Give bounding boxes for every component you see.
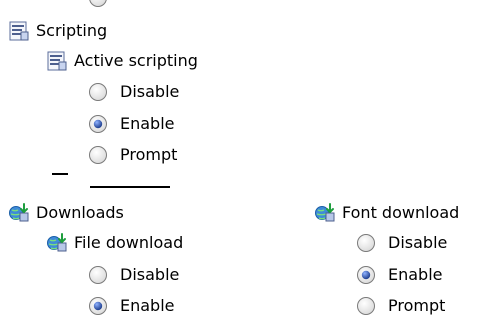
radio-button-icon[interactable]	[88, 145, 108, 165]
radio-option-file-download-disable[interactable]: Disable	[88, 262, 179, 288]
radio-button-selected-icon[interactable]	[88, 114, 108, 134]
radio-option-font-download-enable[interactable]: Enable	[356, 262, 443, 288]
radio-label: Disable	[120, 82, 180, 101]
radio-label: Prompt	[120, 145, 178, 164]
download-globe-icon	[315, 203, 335, 222]
scripting-label: Scripting	[36, 21, 108, 40]
partial-divider	[90, 186, 170, 188]
radio-button	[89, 0, 107, 7]
downloads-label: Downloads	[36, 203, 124, 222]
script-settings-icon	[47, 51, 67, 71]
tree-item-active-scripting[interactable]: Active scripting	[46, 48, 198, 74]
radio-option-active-scripting-disable[interactable]: Disable	[88, 79, 179, 105]
radio-option-font-download-disable[interactable]: Disable	[356, 230, 447, 256]
radio-button-icon[interactable]	[88, 82, 108, 102]
radio-option-active-scripting-prompt[interactable]: Prompt	[88, 142, 177, 168]
partial-divider	[52, 173, 68, 175]
radio-button-icon[interactable]	[356, 233, 376, 253]
radio-label: Disable	[120, 265, 180, 284]
radio-option-active-scripting-enable[interactable]: Enable	[88, 111, 175, 137]
radio-label: Prompt	[388, 296, 446, 315]
script-settings-icon	[9, 21, 29, 41]
radio-option-file-download-enable[interactable]: Enable	[88, 293, 175, 319]
download-globe-icon	[47, 233, 67, 252]
radio-label: Enable	[120, 114, 175, 133]
tree-item-scripting[interactable]: Scripting	[8, 18, 107, 44]
font-download-label: Font download	[342, 203, 460, 222]
radio-label: Disable	[388, 233, 448, 252]
radio-button-selected-icon[interactable]	[356, 265, 376, 285]
tree-item-downloads[interactable]: Downloads	[8, 200, 124, 226]
active-scripting-label: Active scripting	[74, 51, 198, 70]
radio-button-icon[interactable]	[356, 296, 376, 316]
radio-label: Enable	[120, 296, 175, 315]
radio-option-font-download-prompt[interactable]: Prompt	[356, 293, 445, 319]
radio-button-selected-icon[interactable]	[88, 296, 108, 316]
radio-label: Enable	[388, 265, 443, 284]
radio-button-icon[interactable]	[88, 265, 108, 285]
partial-radio-row	[88, 0, 168, 9]
download-globe-icon	[9, 203, 29, 222]
tree-item-font-download[interactable]: Font download	[314, 200, 459, 226]
tree-item-file-download[interactable]: File download	[46, 230, 183, 256]
file-download-label: File download	[74, 233, 184, 252]
